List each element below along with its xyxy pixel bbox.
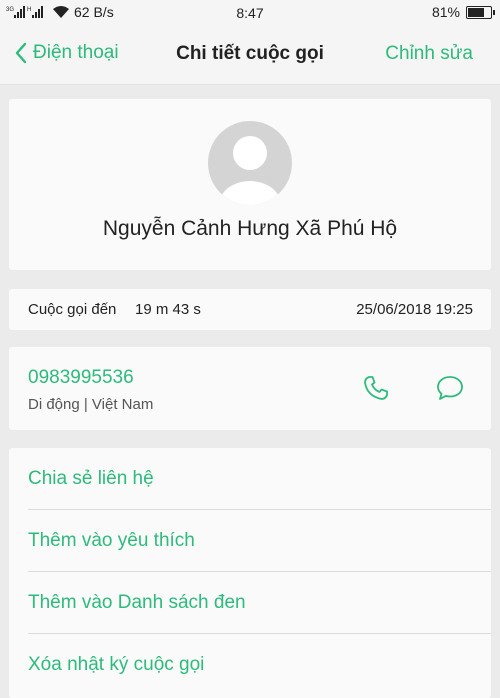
edit-button[interactable]: Chỉnh sửa (385, 43, 473, 65)
add-to-blacklist-item[interactable]: Thêm vào Danh sách đen (9, 572, 491, 634)
phone-number-label: Di động | Việt Nam (28, 396, 154, 413)
delete-call-log-label: Xóa nhật ký cuộc gọi (28, 654, 205, 675)
battery-percent: 81% (431, 4, 460, 20)
battery-icon (466, 5, 495, 19)
actions-card: Chia sẻ liên hệ Thêm vào yêu thích Thêm … (9, 448, 491, 698)
back-label: Điện thoại (33, 42, 119, 63)
share-contact-label: Chia sẻ liên hệ (28, 468, 154, 489)
share-contact-item[interactable]: Chia sẻ liên hệ (9, 448, 491, 510)
message-button[interactable] (435, 373, 465, 403)
person-icon (219, 136, 281, 205)
call-duration: 19 m 43 s (135, 301, 201, 318)
call-datetime: 25/06/2018 19:25 (356, 301, 473, 318)
nav-bar: Điện thoại Chi tiết cuộc gọi Chỉnh sửa (0, 26, 500, 85)
contact-name: Nguyễn Cảnh Hưng Xã Phú Hộ (102, 217, 398, 240)
phone-icon (364, 376, 388, 400)
avatar (208, 121, 292, 205)
add-to-favorites-item[interactable]: Thêm vào yêu thích (9, 510, 491, 572)
status-time: 8:47 (236, 5, 264, 21)
call-type: Cuộc gọi đến (28, 301, 117, 318)
back-button[interactable]: Điện thoại (14, 42, 119, 64)
call-button[interactable] (361, 373, 391, 403)
add-to-favorites-label: Thêm vào yêu thích (28, 530, 195, 551)
message-bubble-icon (437, 376, 463, 400)
call-info-row: Cuộc gọi đến 19 m 43 s 25/06/2018 19:25 (9, 289, 491, 330)
contact-card: Nguyễn Cảnh Hưng Xã Phú Hộ (9, 99, 491, 270)
battery-level-fill (468, 7, 485, 17)
chevron-left-icon (15, 42, 27, 64)
status-right: 81% (431, 4, 495, 20)
phone-number[interactable]: 0983995536 (28, 367, 134, 389)
delete-call-log-item[interactable]: Xóa nhật ký cuộc gọi (9, 634, 491, 696)
phone-number-card: 0983995536 Di động | Việt Nam (9, 347, 491, 430)
status-bar: 3G H 62 B/s 8:47 81% (0, 0, 500, 26)
add-to-blacklist-label: Thêm vào Danh sách đen (28, 592, 246, 613)
